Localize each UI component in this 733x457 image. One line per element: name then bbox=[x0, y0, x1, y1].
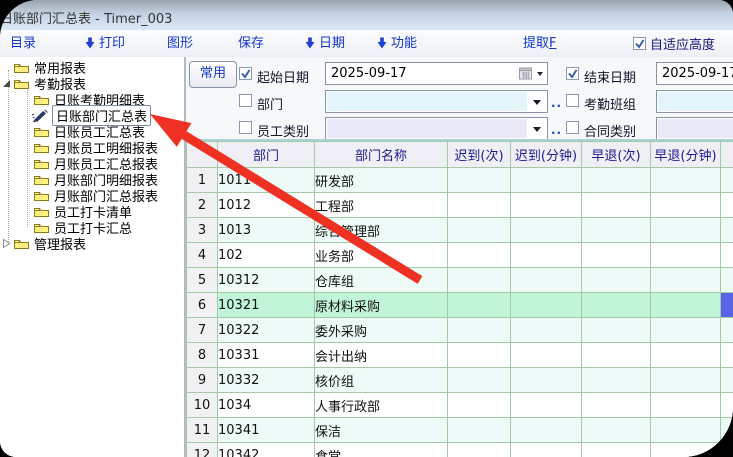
chevron-down-icon[interactable] bbox=[537, 72, 543, 76]
table-row[interactable]: 1110341 保洁 bbox=[187, 418, 733, 443]
end-date-checkbox[interactable] bbox=[566, 67, 579, 80]
folder-icon bbox=[33, 125, 50, 138]
link-dots: .. bbox=[551, 96, 562, 110]
department-label: 部门 bbox=[257, 94, 283, 113]
menu-item-print[interactable]: 打印 bbox=[99, 30, 125, 57]
contract-type-label: 合同类别 bbox=[584, 121, 636, 140]
shift-group-label: 考勤班组 bbox=[584, 94, 636, 113]
table-row[interactable]: 21012 工程部 bbox=[187, 193, 733, 218]
table-row[interactable]: 710322 委外采购 bbox=[187, 318, 733, 343]
column-header-late-times[interactable]: 迟到(次) bbox=[448, 142, 511, 168]
column-header-dept-code[interactable]: 部门 bbox=[218, 142, 315, 168]
department-checkbox[interactable] bbox=[239, 94, 252, 107]
column-header-early-minutes[interactable]: 早退(分钟) bbox=[651, 142, 721, 168]
column-header-partial bbox=[721, 142, 733, 168]
chevron-down-icon[interactable] bbox=[533, 127, 541, 132]
focused-cell[interactable] bbox=[721, 293, 733, 318]
sidebar-item-management-reports[interactable]: 管理报表 bbox=[2, 235, 86, 251]
window-title: 日账部门汇总表 - Timer_003 bbox=[0, 8, 172, 27]
grid-header-row: 部门 部门名称 迟到(次) 迟到(分钟) 早退(次) 早退(分钟) bbox=[187, 142, 733, 168]
column-header-dept-name[interactable]: 部门名称 bbox=[315, 142, 448, 168]
folder-icon bbox=[33, 173, 50, 186]
start-date-label: 起始日期 bbox=[257, 67, 309, 86]
folder-icon bbox=[33, 157, 50, 170]
table-row[interactable]: 510312 仓库组 bbox=[187, 268, 733, 293]
menu-item-catalog[interactable]: 目录 bbox=[10, 30, 36, 57]
employee-type-checkbox[interactable] bbox=[239, 121, 252, 134]
folder-icon bbox=[33, 141, 50, 154]
down-arrow-icon bbox=[305, 37, 315, 49]
menu-item-graph[interactable]: 图形 bbox=[167, 30, 193, 57]
menu-item-extract[interactable]: 提取F bbox=[523, 30, 557, 57]
end-date-input[interactable]: 2025-09-17 bbox=[656, 62, 733, 85]
folder-icon bbox=[33, 221, 50, 234]
start-date-checkbox[interactable] bbox=[239, 67, 252, 80]
employee-type-combobox[interactable] bbox=[325, 117, 548, 140]
checkbox-checked-icon[interactable] bbox=[633, 37, 646, 50]
menu-item-function[interactable]: 功能 bbox=[391, 30, 417, 57]
calendar-icon[interactable] bbox=[519, 67, 532, 80]
combo-value-area bbox=[327, 92, 527, 111]
table-row[interactable]: 910332 核价组 bbox=[187, 368, 733, 393]
combo-value-area bbox=[658, 119, 733, 138]
shift-group-checkbox[interactable] bbox=[566, 94, 579, 107]
app-window: 日账部门汇总表 - Timer_003 目录 打印 图形 保存 日期 功能 提取… bbox=[0, 0, 733, 457]
folder-icon bbox=[33, 93, 50, 106]
table-row-selected[interactable]: 610321 原材料采购 bbox=[187, 293, 733, 318]
table-row[interactable]: 101034 人事行政部 bbox=[187, 393, 733, 418]
down-arrow-icon bbox=[85, 37, 95, 49]
tree-expanded-icon[interactable] bbox=[2, 79, 11, 88]
table-row[interactable]: 11011 研发部 bbox=[187, 168, 733, 193]
common-button[interactable]: 常用 bbox=[189, 61, 237, 88]
department-combobox[interactable] bbox=[325, 90, 548, 113]
table-row[interactable]: 4102 业务部 bbox=[187, 243, 733, 268]
title-bar: 日账部门汇总表 - Timer_003 bbox=[0, 0, 733, 31]
folder-icon bbox=[13, 237, 30, 250]
auto-height-label: 自适应高度 bbox=[650, 34, 715, 53]
report-grid: 部门 部门名称 迟到(次) 迟到(分钟) 早退(次) 早退(分钟) 11011 … bbox=[186, 139, 733, 457]
table-row[interactable]: 31013 综合管理部 bbox=[187, 218, 733, 243]
shift-group-combobox[interactable] bbox=[656, 90, 733, 113]
column-header-late-minutes[interactable]: 迟到(分钟) bbox=[511, 142, 582, 168]
chevron-down-icon[interactable] bbox=[533, 100, 541, 105]
column-header-early-times[interactable]: 早退(次) bbox=[582, 142, 651, 168]
table-row[interactable]: 1210342 食堂 bbox=[187, 443, 733, 457]
folder-icon bbox=[13, 61, 30, 74]
menu-item-date[interactable]: 日期 bbox=[319, 30, 345, 57]
folder-icon bbox=[33, 205, 50, 218]
folder-icon bbox=[33, 189, 50, 202]
contract-type-combobox[interactable] bbox=[656, 117, 733, 140]
combo-value-area bbox=[327, 119, 527, 138]
contract-type-checkbox[interactable] bbox=[566, 121, 579, 134]
end-date-label: 结束日期 bbox=[584, 67, 636, 86]
row-number-header bbox=[187, 142, 218, 168]
table-row[interactable]: 810331 会计出纳 bbox=[187, 343, 733, 368]
auto-height-toggle[interactable]: 自适应高度 bbox=[633, 30, 715, 57]
down-arrow-icon bbox=[377, 37, 387, 49]
employee-type-label: 员工类别 bbox=[257, 121, 309, 140]
tree-connector bbox=[27, 88, 28, 227]
combo-value-area bbox=[658, 92, 733, 111]
folder-icon bbox=[13, 77, 30, 90]
menu-item-save[interactable]: 保存 bbox=[238, 30, 264, 57]
link-dots: .. bbox=[551, 123, 562, 137]
tree-collapsed-icon[interactable] bbox=[2, 238, 11, 249]
start-date-input[interactable]: 2025-09-17 bbox=[325, 62, 548, 85]
tree-connector bbox=[8, 70, 9, 242]
pen-writing-icon bbox=[31, 109, 50, 122]
